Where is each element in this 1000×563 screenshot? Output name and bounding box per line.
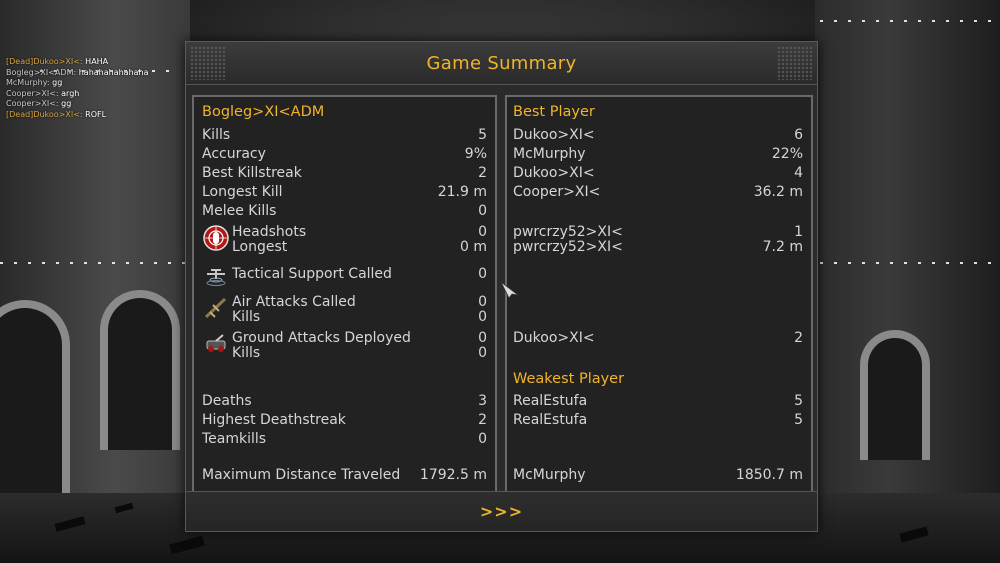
ground-attack-icon bbox=[206, 334, 226, 352]
panel-title: Game Summary bbox=[426, 52, 577, 74]
best-players-column: Best Player Dukoo>XI< 6 McMurphy 22% Duk… bbox=[505, 95, 813, 529]
air-attacks-value: 0 bbox=[478, 294, 487, 310]
best-headshots-value: 1 bbox=[794, 224, 803, 240]
string-lights-top-right bbox=[820, 20, 1000, 22]
killstreak-label: Best Killstreak bbox=[202, 165, 302, 181]
accuracy-value: 9% bbox=[464, 146, 487, 162]
left-arch-2 bbox=[100, 290, 180, 450]
best-hs-longest-name: pwrcrzy52>XI< bbox=[513, 239, 623, 255]
chat-line: [Dead]Dukoo>XI<: HAHA bbox=[6, 57, 109, 66]
uav-icon bbox=[206, 269, 226, 286]
headshots-value: 0 bbox=[478, 224, 487, 240]
best-ground-kills-name: Dukoo>XI< bbox=[513, 330, 595, 346]
kills-value: 5 bbox=[478, 127, 487, 143]
best-accuracy-name: McMurphy bbox=[513, 146, 586, 162]
chat-line: Cooper>XI<: gg bbox=[6, 99, 72, 108]
weakest-deaths-name: RealEstufa bbox=[513, 393, 588, 409]
best-kills-value: 6 bbox=[794, 127, 803, 143]
player-name: Bogleg>XI<ADM bbox=[202, 104, 325, 120]
chat-line: [Dead]Dukoo>XI<: ROFL bbox=[6, 109, 107, 119]
mouse-cursor-icon bbox=[500, 281, 519, 299]
right-arch bbox=[860, 330, 930, 460]
player-stats-column: Bogleg>XI<ADM Kills 5 Accuracy 9% Best K… bbox=[192, 95, 497, 529]
best-headshots-name: pwrcrzy52>XI< bbox=[513, 224, 623, 240]
headshot-longest-label: Longest bbox=[232, 239, 288, 255]
best-accuracy-value: 22% bbox=[771, 146, 803, 162]
left-arch bbox=[0, 300, 70, 500]
best-kills-name: Dukoo>XI< bbox=[513, 127, 595, 143]
accuracy-label: Accuracy bbox=[202, 146, 266, 162]
headshot-longest-value: 0 m bbox=[460, 239, 487, 255]
ground-attacks-value: 0 bbox=[478, 330, 487, 346]
best-ground-kills-value: 2 bbox=[794, 330, 803, 346]
killstreak-value: 2 bbox=[478, 165, 487, 181]
panel-footer: >>> bbox=[186, 491, 817, 531]
melee-kills-value: 0 bbox=[478, 203, 487, 219]
weakest-deaths-value: 5 bbox=[794, 393, 803, 409]
distance-label: Maximum Distance Traveled bbox=[202, 467, 401, 483]
tactical-support-value: 0 bbox=[478, 266, 487, 282]
best-killstreak-name: Dukoo>XI< bbox=[513, 165, 595, 181]
melee-kills-label: Melee Kills bbox=[202, 203, 277, 219]
best-distance-value: 1850.7 m bbox=[735, 467, 803, 483]
air-kills-label: Kills bbox=[232, 309, 261, 325]
chat-line: Cooper>XI<: argh bbox=[6, 88, 80, 98]
best-hs-longest-value: 7.2 m bbox=[762, 239, 803, 255]
ground-kills-label: Kills bbox=[232, 345, 261, 361]
best-distance-name: McMurphy bbox=[513, 467, 586, 483]
deaths-value: 3 bbox=[478, 393, 487, 409]
distance-value: 1792.5 m bbox=[419, 467, 487, 483]
best-player-header: Best Player bbox=[513, 104, 595, 120]
teamkills-value: 0 bbox=[478, 431, 487, 447]
best-killstreak-value: 4 bbox=[794, 165, 803, 181]
weakest-deathstreak-value: 5 bbox=[794, 412, 803, 428]
weakest-player-header: Weakest Player bbox=[513, 371, 625, 387]
headshots-label: Headshots bbox=[232, 224, 307, 240]
best-longest-kill-name: Cooper>XI< bbox=[513, 184, 601, 200]
air-attacks-label: Air Attacks Called bbox=[232, 294, 356, 310]
chat-log: [Dead]Dukoo>XI<: HAHA Bogleg>XI<ADM: hah… bbox=[6, 57, 149, 120]
chat-line: McMurphy: gg bbox=[6, 78, 63, 87]
best-longest-kill-value: 36.2 m bbox=[753, 184, 803, 200]
tactical-support-label: Tactical Support Called bbox=[232, 266, 392, 282]
deathstreak-value: 2 bbox=[478, 412, 487, 428]
ground-kills-value: 0 bbox=[478, 345, 487, 361]
right-wall bbox=[815, 0, 1000, 563]
air-kills-value: 0 bbox=[478, 309, 487, 325]
ground-attacks-label: Ground Attacks Deployed bbox=[232, 330, 411, 346]
deaths-label: Deaths bbox=[202, 393, 252, 409]
string-lights-right bbox=[820, 262, 1000, 264]
headshot-icon bbox=[203, 225, 229, 251]
deathstreak-label: Highest Deathstreak bbox=[202, 412, 346, 428]
teamkills-label: Teamkills bbox=[202, 431, 267, 447]
kills-label: Kills bbox=[202, 127, 231, 143]
longest-kill-value: 21.9 m bbox=[437, 184, 487, 200]
string-lights-left bbox=[0, 262, 185, 264]
weakest-deathstreak-name: RealEstufa bbox=[513, 412, 588, 428]
chat-line: Bogleg>XI<ADM: hahahahahahaha bbox=[6, 67, 149, 77]
panel-header: Game Summary bbox=[186, 42, 817, 85]
continue-button[interactable]: >>> bbox=[480, 502, 523, 521]
longest-kill-label: Longest Kill bbox=[202, 184, 283, 200]
airstrike-icon bbox=[204, 297, 227, 319]
